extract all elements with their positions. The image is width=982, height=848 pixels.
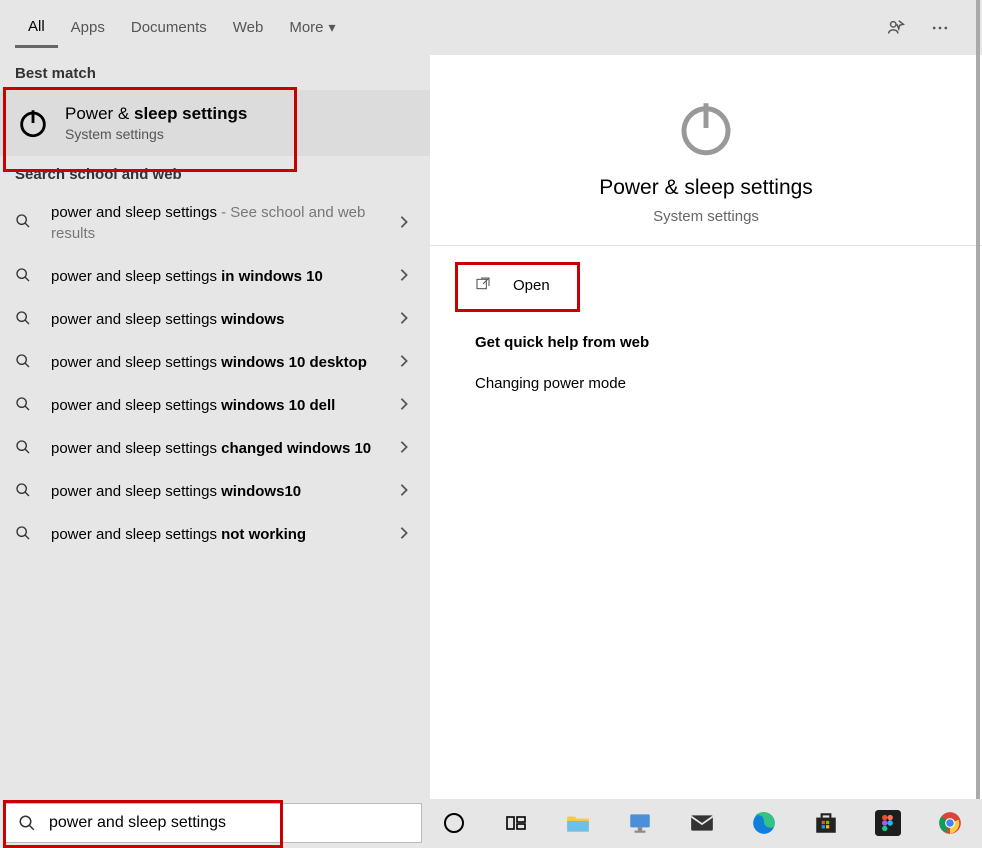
search-tabs: All Apps Documents Web More [0,0,982,55]
search-icon [15,353,35,373]
best-match-title: Power & sleep settings [65,104,415,124]
preview-title: Power & sleep settings [450,176,962,200]
result-text: power and sleep settings windows 10 desk… [51,352,399,373]
more-options-icon[interactable] [928,16,952,40]
chevron-right-icon[interactable] [399,215,415,232]
web-result-item[interactable]: power and sleep settings windows10 [0,470,430,513]
search-icon [5,814,49,832]
power-icon [673,95,739,161]
chevron-right-icon[interactable] [399,526,415,543]
web-result-item[interactable]: power and sleep settings windows [0,298,430,341]
search-icon [15,213,35,233]
chevron-right-icon[interactable] [399,268,415,285]
search-icon [15,396,35,416]
preview-panel: Power & sleep settings System settings O… [430,55,982,799]
search-icon [15,525,35,545]
search-icon [15,439,35,459]
tab-more-label: More [289,19,323,36]
open-button[interactable]: Open [460,266,565,304]
store-icon[interactable] [808,805,844,841]
chrome-icon[interactable] [932,805,968,841]
edge-icon[interactable] [746,805,782,841]
result-text: power and sleep settings windows10 [51,481,399,502]
web-result-item[interactable]: power and sleep settings in windows 10 [0,255,430,298]
help-item[interactable]: Changing power mode [460,369,952,398]
tab-documents[interactable]: Documents [118,9,220,46]
mail-icon[interactable] [684,805,720,841]
tab-more[interactable]: More [276,9,348,46]
taskbar [422,799,982,847]
scrollbar[interactable] [976,0,980,799]
web-results: power and sleep settings - See school an… [0,191,430,799]
search-input[interactable] [49,814,421,832]
result-text: power and sleep settings not working [51,524,399,545]
tab-all[interactable]: All [15,8,58,48]
chevron-right-icon[interactable] [399,397,415,414]
preview-subtitle: System settings [450,208,962,225]
tab-apps[interactable]: Apps [58,9,118,46]
search-box[interactable] [4,803,422,843]
web-result-item[interactable]: power and sleep settings not working [0,513,430,556]
best-match-header: Best match [0,55,430,90]
figma-icon[interactable] [870,805,906,841]
search-icon [15,267,35,287]
web-result-item[interactable]: power and sleep settings windows 10 desk… [0,341,430,384]
web-result-item[interactable]: power and sleep settings windows 10 dell [0,384,430,427]
tab-web[interactable]: Web [220,9,277,46]
results-panel: Best match Power & sleep settings System… [0,55,430,799]
chevron-right-icon[interactable] [399,440,415,457]
search-web-header: Search school and web [0,156,430,191]
search-icon [15,310,35,330]
search-icon [15,482,35,502]
chevron-right-icon[interactable] [399,311,415,328]
help-header: Get quick help from web [475,334,952,351]
web-result-item[interactable]: power and sleep settings changed windows… [0,427,430,470]
result-text: power and sleep settings in windows 10 [51,266,399,287]
power-icon [15,105,51,141]
open-icon [475,276,493,294]
file-explorer-icon[interactable] [560,805,596,841]
result-text: power and sleep settings - See school an… [51,202,399,244]
feedback-icon[interactable] [884,16,908,40]
result-text: power and sleep settings windows 10 dell [51,395,399,416]
best-match-result[interactable]: Power & sleep settings System settings [0,90,430,156]
bottom-bar [0,799,982,847]
result-text: power and sleep settings changed windows… [51,438,399,459]
web-result-item[interactable]: power and sleep settings - See school an… [0,191,430,255]
chevron-down-icon [329,19,336,36]
best-match-subtitle: System settings [65,126,415,142]
task-view-icon[interactable] [498,805,534,841]
open-label: Open [513,277,550,294]
result-text: power and sleep settings windows [51,309,399,330]
chevron-right-icon[interactable] [399,483,415,500]
chevron-right-icon[interactable] [399,354,415,371]
monitor-app-icon[interactable] [622,805,658,841]
cortana-icon[interactable] [436,805,472,841]
